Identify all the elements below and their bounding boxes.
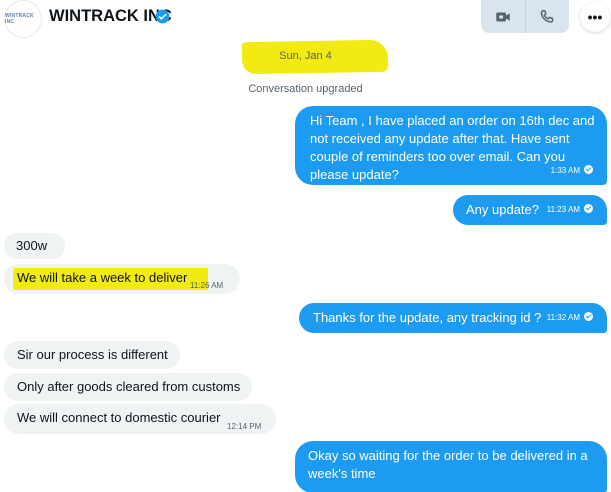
voice-call-button[interactable] xyxy=(526,0,570,33)
message-text: We will take a week to deliver xyxy=(17,270,188,285)
message-text: 300w xyxy=(16,238,48,253)
incoming-message[interactable]: We will connect to domestic courier 12:1… xyxy=(4,404,276,434)
call-actions xyxy=(481,0,569,33)
message-time: 1:33 AM xyxy=(551,162,593,180)
company-name[interactable]: WINTRACK INC xyxy=(49,7,172,26)
date-separator: Sun, Jan 4 xyxy=(279,50,332,62)
read-check-icon xyxy=(584,204,593,213)
message-timestamp: 11:26 AM xyxy=(190,281,224,290)
message-time: 11:23 AM xyxy=(547,201,593,219)
message-text: Only after goods cleared from customs xyxy=(17,379,241,394)
conversation-header: WINTRACK INC WINTRACK INC ••• xyxy=(0,0,611,40)
outgoing-message[interactable]: Okay so waiting for the order to be deli… xyxy=(295,441,607,492)
read-check-icon xyxy=(584,165,593,174)
message-text: We will connect to domestic courier xyxy=(17,410,221,425)
incoming-message[interactable]: 300w xyxy=(4,233,65,259)
video-camera-icon xyxy=(496,12,510,21)
outgoing-message[interactable]: Any update? 11:23 AM xyxy=(453,195,607,225)
more-options-icon: ••• xyxy=(587,9,603,25)
incoming-message[interactable]: Only after goods cleared from customs xyxy=(4,373,252,401)
message-text: Thanks for the update, any tracking id ? xyxy=(313,310,542,325)
verified-badge-icon xyxy=(155,9,170,24)
avatar[interactable]: WINTRACK INC xyxy=(4,0,42,38)
message-timestamp: 1:33 AM xyxy=(550,166,580,175)
avatar-logo-text: WINTRACK INC xyxy=(5,13,34,25)
message-timestamp: 11:23 AM xyxy=(546,205,580,214)
phone-icon xyxy=(540,9,554,23)
message-text: Any update? xyxy=(466,202,540,217)
incoming-message[interactable]: Sir our process is different xyxy=(4,341,180,369)
message-time: 11:32 AM xyxy=(547,309,593,327)
more-options-button[interactable]: ••• xyxy=(580,2,610,32)
outgoing-message[interactable]: Thanks for the update, any tracking id ?… xyxy=(299,303,607,333)
read-check-icon xyxy=(584,312,593,321)
incoming-message[interactable]: We will take a week to deliver 11:26 AM xyxy=(4,264,240,294)
system-message: Conversation upgraded xyxy=(248,83,363,95)
message-timestamp: 11:32 AM xyxy=(546,313,580,322)
video-call-button[interactable] xyxy=(481,0,525,33)
message-timestamp: 12:14 PM xyxy=(227,422,262,431)
message-text: Okay so waiting for the order to be deli… xyxy=(308,448,588,481)
message-text: Sir our process is different xyxy=(17,347,168,362)
outgoing-message[interactable]: Hi Team , I have placed an order on 16th… xyxy=(295,106,607,185)
